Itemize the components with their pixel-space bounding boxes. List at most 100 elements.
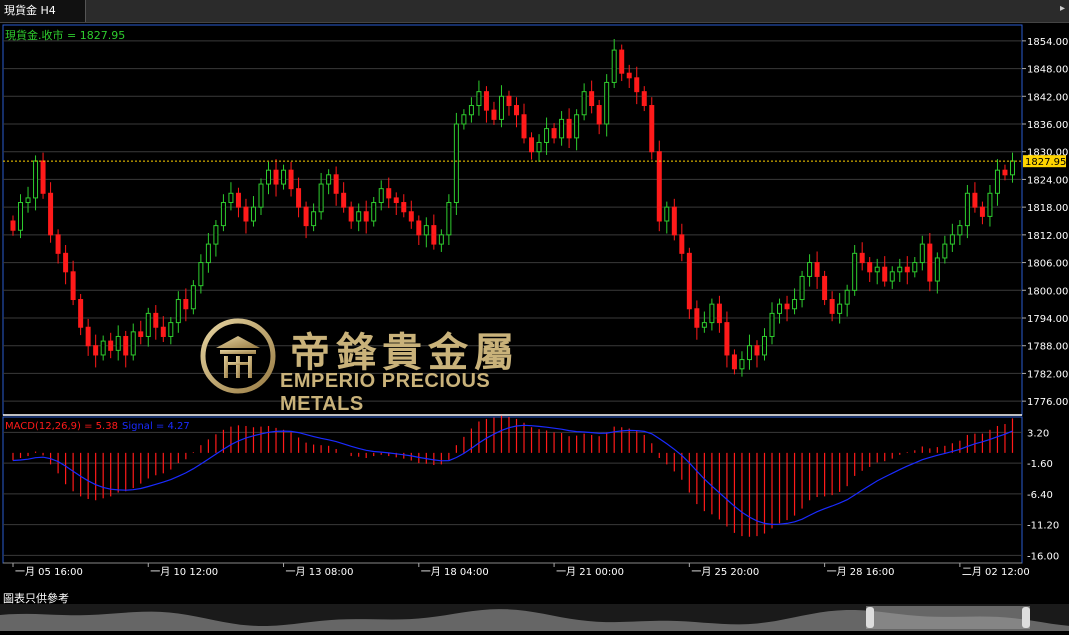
candle-up [198, 262, 204, 287]
price-tick-label: 1788.00 [1027, 342, 1068, 353]
candle-up [438, 234, 444, 245]
candle-up [934, 257, 940, 282]
watermark-logo: 帝鋒貴金屬 EMPERIO PRECIOUS METALS [200, 318, 580, 415]
candle-up [468, 105, 474, 116]
logo-emblem-icon [200, 318, 276, 394]
candle-down [183, 299, 189, 310]
candle-up [281, 169, 287, 185]
candle-up [544, 128, 550, 143]
candle-up [604, 81, 610, 125]
candle-up [213, 225, 219, 245]
candle-up [130, 331, 136, 356]
price-tick-label: 1782.00 [1027, 369, 1068, 380]
candle-up [844, 289, 850, 305]
scroll-right-icon[interactable]: ▸ [1060, 3, 1065, 14]
macd-tick-label: -16.00 [1027, 551, 1059, 562]
candle-down [1002, 169, 1008, 176]
x-tick-label: 一月 21 00:00 [556, 566, 624, 578]
candle-up [311, 211, 317, 227]
price-tick-label: 1836.00 [1027, 120, 1068, 131]
candle-up [792, 299, 798, 310]
candle-up [356, 211, 362, 222]
price-chart[interactable]: 1854.001848.001842.001836.001830.001824.… [0, 23, 1069, 593]
candle-up [220, 202, 226, 227]
candle-down [386, 188, 392, 199]
candle-up [115, 335, 121, 351]
candle-up [611, 49, 617, 83]
candle-down [754, 345, 760, 356]
candle-up [919, 243, 925, 264]
candle-down [619, 49, 625, 74]
candle-down [348, 206, 354, 222]
candle-up [326, 174, 332, 185]
candle-down [78, 299, 84, 328]
candle-down [927, 243, 933, 282]
candle-down [303, 206, 309, 227]
candle-up [746, 345, 752, 361]
candle-down [867, 262, 873, 273]
candle-down [416, 220, 422, 236]
signal-value-label: Signal = 4.27 [122, 421, 190, 432]
candle-up [175, 299, 181, 324]
x-tick-label: 一月 13 08:00 [286, 566, 354, 578]
candle-down [716, 303, 722, 324]
navigator-window [866, 606, 1030, 629]
candle-up [258, 183, 264, 208]
candle-down [972, 192, 978, 208]
candle-up [190, 285, 196, 310]
navigator-left-handle [866, 607, 874, 628]
candle-up [664, 206, 670, 222]
candle-down [160, 326, 166, 337]
candle-up [949, 234, 955, 245]
candle-up [777, 303, 783, 314]
x-tick-label: 一月 05 16:00 [15, 566, 83, 578]
candle-up [378, 188, 384, 204]
candle-up [889, 271, 895, 282]
candle-down [882, 266, 888, 282]
candle-up [371, 202, 377, 222]
price-tick-label: 1818.00 [1027, 203, 1068, 214]
candle-down [656, 151, 662, 222]
candle-up [957, 225, 963, 236]
candle-down [235, 192, 241, 208]
x-tick-label: 二月 02 12:00 [962, 566, 1030, 578]
candle-down [363, 211, 369, 222]
candle-down [491, 109, 497, 120]
candle-down [108, 340, 114, 351]
candle-down [408, 211, 414, 222]
candle-down [521, 114, 527, 139]
candle-down [626, 72, 632, 79]
candle-down [731, 354, 737, 370]
candle-down [859, 252, 865, 264]
candle-up [446, 202, 452, 236]
candle-down [55, 234, 61, 254]
navigator-bar[interactable] [0, 604, 1069, 631]
x-tick-label: 一月 18 04:00 [421, 566, 489, 578]
candle-down [10, 220, 16, 231]
candle-up [461, 114, 467, 125]
candle-down [649, 105, 655, 153]
candle-up [942, 243, 948, 259]
candle-down [123, 335, 129, 356]
candle-up [423, 225, 429, 236]
tab-chart-h4[interactable]: 現貨金 H4 [0, 0, 86, 22]
candle-down [514, 105, 519, 116]
macd-signal-line [12, 424, 1013, 526]
candle-down [93, 345, 99, 356]
macd-value-label: MACD(12,26,9) = 5.38 [5, 421, 118, 432]
tab-bar: 現貨金 H4 ▸ [0, 0, 1069, 23]
candle-up [33, 160, 39, 199]
navigator-overview [0, 606, 1069, 631]
candle-up [874, 266, 880, 273]
candle-up [987, 192, 993, 217]
candle-down [814, 262, 820, 277]
candle-up [761, 335, 767, 356]
price-tick-label: 1854.00 [1027, 37, 1068, 48]
candle-up [912, 262, 918, 273]
candle-up [574, 114, 580, 139]
candle-down [551, 128, 557, 139]
candle-down [40, 160, 46, 194]
x-tick-label: 一月 10 12:00 [150, 566, 218, 578]
candle-up [266, 169, 272, 185]
candle-down [296, 188, 302, 208]
